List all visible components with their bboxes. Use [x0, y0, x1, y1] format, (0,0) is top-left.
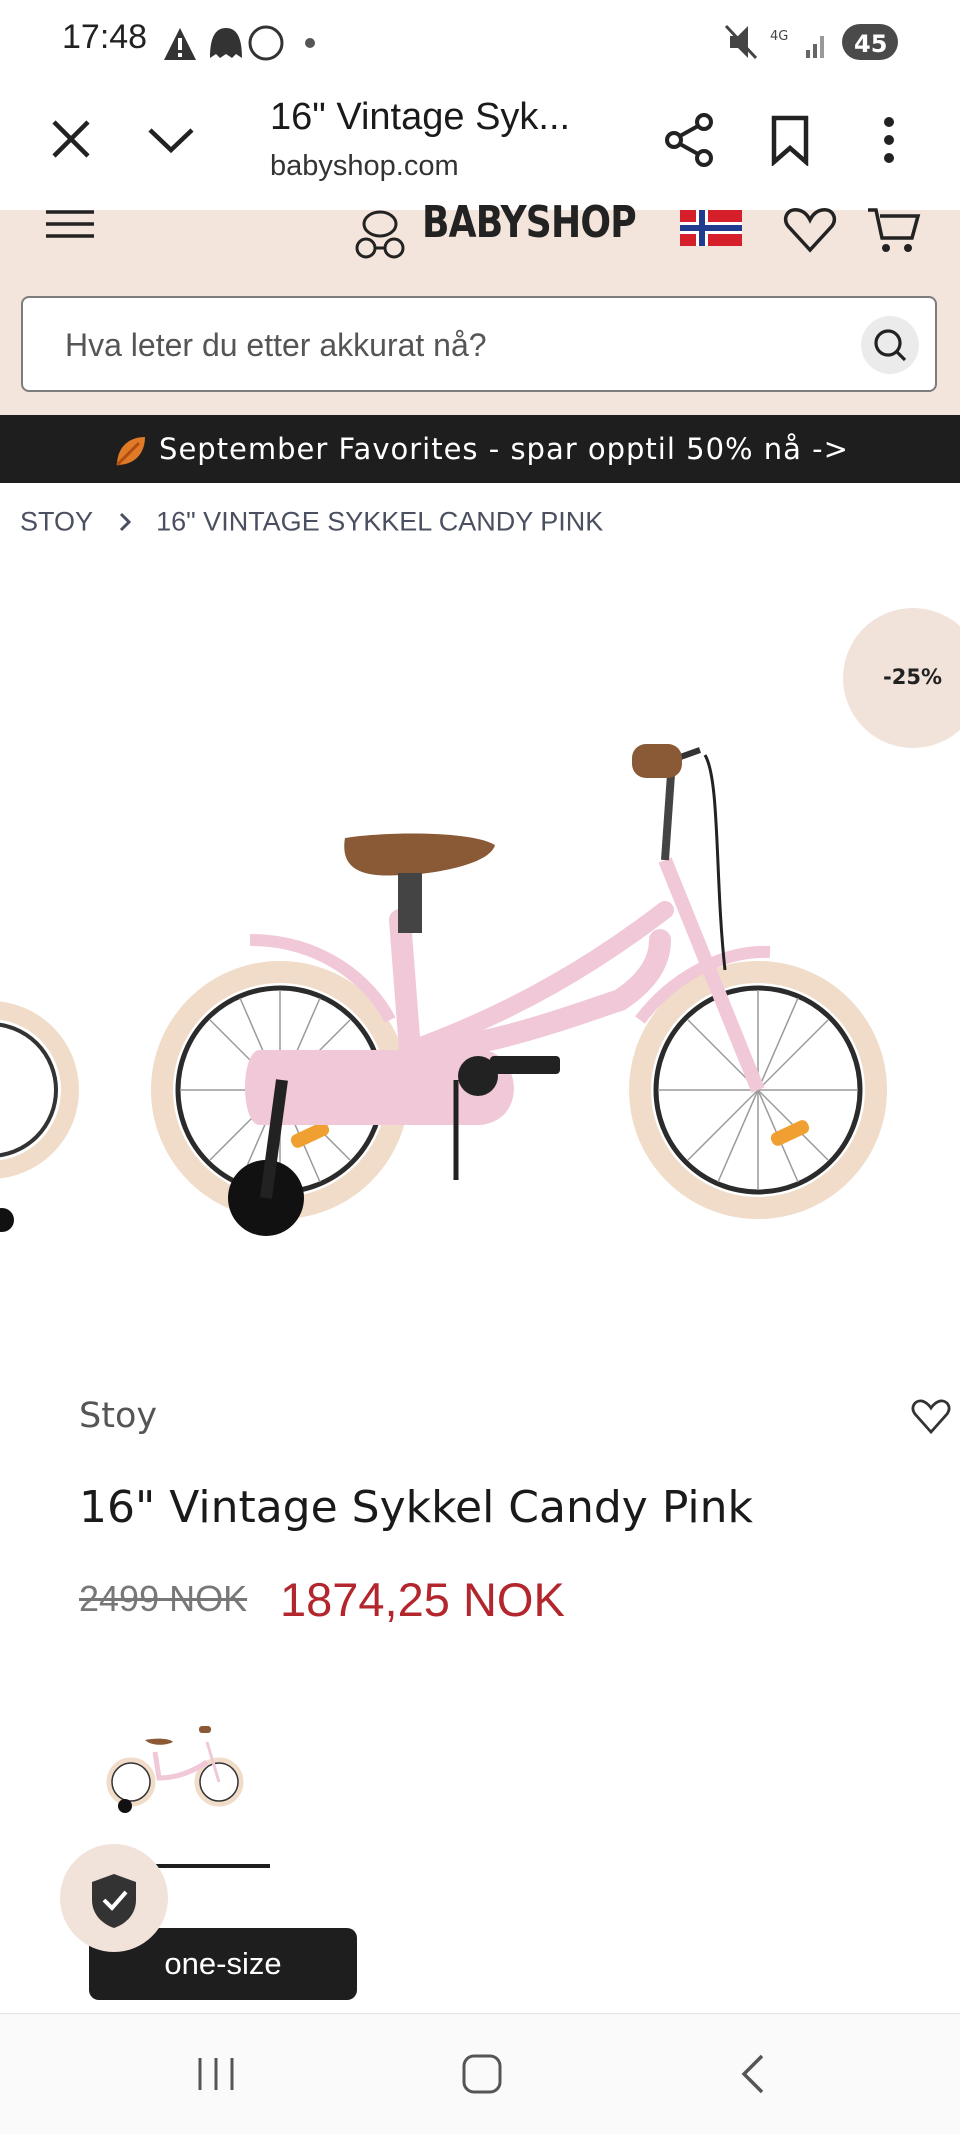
promo-banner[interactable]: September Favorites - spar opptil 50% nå… — [0, 415, 960, 483]
status-time: 17:48 — [62, 18, 148, 56]
breadcrumb: STOY 16" VINTAGE SYKKEL CANDY PINK — [20, 505, 603, 537]
dot-icon — [305, 38, 315, 48]
site-logo[interactable]: BABYSHOP — [422, 196, 636, 252]
breadcrumb-item-stoy[interactable]: STOY — [20, 506, 93, 536]
discount-badge-text: -25% — [883, 665, 942, 689]
search-box — [21, 296, 937, 392]
home-icon[interactable] — [460, 2052, 504, 2096]
promo-text: September Favorites - spar opptil 50% nå… — [159, 432, 849, 466]
viber-icon — [248, 25, 284, 61]
battery-level: 45 — [854, 30, 887, 58]
product-title: 16" Vintage Sykkel Candy Pink — [79, 1482, 753, 1533]
cart-icon[interactable] — [866, 206, 922, 256]
status-system-icons: 4G 45 — [724, 24, 898, 60]
tab-title[interactable]: 16" Vintage Syk... — [270, 96, 570, 139]
search-button[interactable] — [861, 316, 919, 374]
breadcrumb-item-product[interactable]: 16" VINTAGE SYKKEL CANDY PINK — [156, 506, 603, 536]
network-type: 4G — [770, 29, 788, 44]
back-icon[interactable] — [736, 2052, 768, 2096]
trust-badge[interactable] — [60, 1844, 168, 1952]
search-input[interactable] — [63, 298, 847, 392]
snapchat-icon — [210, 28, 242, 58]
baby-logo-icon — [355, 210, 405, 259]
product-thumbnail[interactable] — [95, 1712, 255, 1822]
url-text[interactable]: babyshop.com — [270, 150, 459, 183]
chevron-right-icon — [119, 512, 131, 531]
recent-apps-icon[interactable] — [194, 2054, 238, 2094]
close-icon[interactable] — [48, 116, 94, 162]
sale-price: 1874,25 NOK — [280, 1573, 565, 1626]
product-image — [0, 744, 887, 1236]
product-brand[interactable]: Stoy — [79, 1396, 157, 1436]
wishlist-heart-icon[interactable] — [782, 206, 838, 254]
leaf-icon — [115, 437, 146, 467]
search-icon — [874, 329, 907, 362]
bookmark-icon[interactable] — [770, 114, 810, 166]
add-to-wishlist-heart-icon[interactable] — [910, 1398, 952, 1436]
share-icon[interactable] — [664, 112, 716, 168]
hamburger-menu-icon[interactable] — [46, 208, 94, 240]
shield-check-icon — [92, 1874, 136, 1928]
original-price: 2499 NOK — [79, 1578, 248, 1619]
norway-flag-icon[interactable] — [680, 210, 742, 246]
chevron-down-icon[interactable] — [146, 124, 196, 156]
status-notification-icons — [164, 25, 315, 61]
more-options-icon[interactable] — [874, 114, 904, 166]
product-image-carousel[interactable] — [0, 580, 960, 1340]
